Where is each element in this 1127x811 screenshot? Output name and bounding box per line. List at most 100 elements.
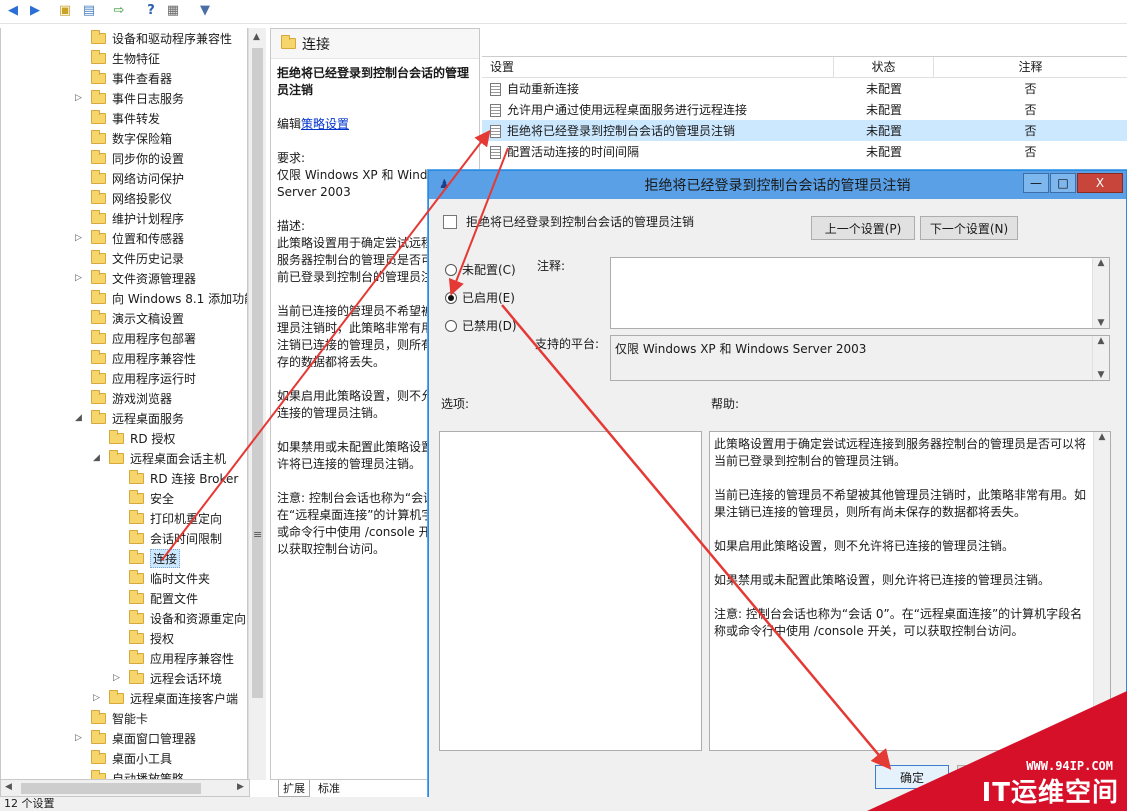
previous-setting-button[interactable]: 上一个设置(P) <box>811 216 915 240</box>
tree-item-label: 桌面窗口管理器 <box>112 731 197 746</box>
tree-item-label: 设备和资源重定向 <box>150 611 247 626</box>
tree-item[interactable]: 游戏浏览器 <box>75 388 172 408</box>
filter-icon[interactable]: ▼ <box>196 2 214 19</box>
radio-circle-enabled[interactable] <box>445 291 457 304</box>
tree-item[interactable]: 临时文件夹 <box>113 568 210 588</box>
tree-item[interactable]: 桌面小工具 <box>75 748 172 768</box>
tree-item[interactable]: 应用程序包部署 <box>75 328 196 348</box>
tree-item[interactable]: 文件历史记录 <box>75 248 184 268</box>
tree-item[interactable]: 演示文稿设置 <box>75 308 184 328</box>
forward-icon[interactable]: ▶ <box>26 2 44 19</box>
folder-icon <box>129 549 144 564</box>
list-cell-comment: 否 <box>1024 145 1037 159</box>
tree-item[interactable]: 应用程序兼容性 <box>113 648 234 668</box>
tree-item[interactable]: 授权 <box>113 628 174 648</box>
list-row[interactable]: 配置活动连接的时间间隔 未配置 否 <box>482 141 1127 162</box>
tree-item[interactable]: 连接 <box>113 548 181 568</box>
tree-item[interactable]: ▷ 事件日志服务 <box>75 88 184 108</box>
policy-doc-icon <box>490 146 501 159</box>
expander-icon[interactable]: ▷ <box>75 273 85 283</box>
dialog-title-bar[interactable]: ♟ 拒绝将已经登录到控制台会话的管理员注销 — □ X <box>429 171 1126 199</box>
expander-icon[interactable]: ▷ <box>113 673 123 683</box>
column-state[interactable]: 状态 <box>834 57 934 77</box>
expander-icon[interactable]: ▷ <box>75 93 85 103</box>
tree-item[interactable]: 同步你的设置 <box>75 148 184 168</box>
column-setting[interactable]: 设置 <box>482 57 834 77</box>
radio-enabled[interactable]: 已启用(E) <box>445 289 515 306</box>
tree-item[interactable]: 配置文件 <box>113 588 198 608</box>
options-label: 选项: <box>441 397 470 411</box>
expander-icon[interactable]: ▷ <box>75 733 85 743</box>
tree-item[interactable]: ▷ 远程桌面连接客户端 <box>93 688 238 708</box>
expander-icon[interactable]: ◢ <box>75 413 85 423</box>
properties-icon[interactable]: ▦ <box>164 2 182 19</box>
tree-item[interactable]: 应用程序兼容性 <box>75 348 196 368</box>
tree-item[interactable]: RD 授权 <box>93 428 175 448</box>
tree-item[interactable]: 设备和资源重定向 <box>113 608 246 628</box>
comment-textarea[interactable]: ▲ ▼ <box>610 257 1110 329</box>
tree-item[interactable]: 会话时间限制 <box>113 528 222 548</box>
tree-item[interactable]: 安全 <box>113 488 174 508</box>
list-row[interactable]: 拒绝将已经登录到控制台会话的管理员注销 未配置 否 <box>482 120 1127 141</box>
list-cell-state: 未配置 <box>865 145 902 159</box>
expander-icon[interactable]: ▷ <box>93 693 103 703</box>
next-setting-button[interactable]: 下一个设置(N) <box>920 216 1018 240</box>
tree-item[interactable]: 生物特征 <box>75 48 160 68</box>
tree-item[interactable]: ▷ 位置和传感器 <box>75 228 184 248</box>
tree-item-label: 临时文件夹 <box>150 571 211 586</box>
tab-standard[interactable]: 标准 <box>314 780 344 796</box>
show-hide-tree-icon[interactable]: ▤ <box>80 2 98 19</box>
tree-item[interactable]: ▷ 桌面窗口管理器 <box>75 728 196 748</box>
radio-not-configured[interactable]: 未配置(C) <box>445 261 516 278</box>
folder-icon <box>109 689 124 704</box>
tree-item[interactable]: 数字保险箱 <box>75 128 172 148</box>
minimize-button[interactable]: — <box>1023 173 1049 193</box>
help-icon[interactable]: ? <box>142 2 160 19</box>
h-scroll-thumb[interactable] <box>21 783 201 794</box>
export-icon[interactable]: ⇨ <box>110 2 128 19</box>
folder-icon <box>129 489 144 504</box>
tree-item[interactable]: 向 Windows 8.1 添加功能 <box>75 288 247 308</box>
up-folder-icon[interactable]: ▣ <box>56 2 74 19</box>
tree-item[interactable]: ◢ 远程桌面服务 <box>75 408 184 428</box>
tree-item[interactable]: 智能卡 <box>75 708 148 728</box>
edit-policy-link[interactable]: 策略设置 <box>301 117 349 131</box>
platform-scrollbar[interactable]: ▲ ▼ <box>1092 336 1109 380</box>
scroll-left-icon[interactable]: ◀ <box>5 782 12 792</box>
list-row[interactable]: 自动重新连接 未配置 否 <box>482 78 1127 99</box>
radio-circle-not-configured[interactable] <box>445 263 457 276</box>
tree-scroll-thumb[interactable] <box>252 48 263 698</box>
folder-icon <box>91 709 106 724</box>
tree-item[interactable]: ▷ 远程会话环境 <box>113 668 222 688</box>
back-icon[interactable]: ◀ <box>4 2 22 19</box>
scroll-up-icon[interactable]: ▲ <box>253 32 260 42</box>
tree-item[interactable]: 打印机重定向 <box>113 508 222 528</box>
tree-item[interactable]: ▷ 文件资源管理器 <box>75 268 196 288</box>
tree-item[interactable]: RD 连接 Broker <box>113 468 238 488</box>
tree-item[interactable]: 事件转发 <box>75 108 160 128</box>
tab-extended[interactable]: 扩展 <box>278 779 310 797</box>
maximize-button[interactable]: □ <box>1050 173 1076 193</box>
list-cell-setting: 配置活动连接的时间间隔 <box>482 143 834 160</box>
tree-vertical-scrollbar[interactable]: ▲ ≡ <box>248 28 266 780</box>
list-row[interactable]: 允许用户通过使用远程桌面服务进行远程连接 未配置 否 <box>482 99 1127 120</box>
column-comment[interactable]: 注释 <box>934 57 1127 77</box>
radio-circle-disabled[interactable] <box>445 319 457 332</box>
options-panel <box>439 431 702 751</box>
tree-item[interactable]: 事件查看器 <box>75 68 172 88</box>
close-button[interactable]: X <box>1077 173 1123 193</box>
comment-scrollbar[interactable]: ▲ ▼ <box>1092 258 1109 328</box>
expander-icon[interactable]: ◢ <box>93 453 103 463</box>
radio-disabled[interactable]: 已禁用(D) <box>445 317 517 334</box>
tree-item-label: 远程桌面会话主机 <box>130 451 227 466</box>
tree-horizontal-scrollbar[interactable]: ◀ ▶ <box>0 779 250 797</box>
tree-item[interactable]: ◢ 远程桌面会话主机 <box>93 448 226 468</box>
tree-item[interactable]: 设备和驱动程序兼容性 <box>75 28 232 48</box>
scroll-right-icon[interactable]: ▶ <box>237 782 244 792</box>
tree-item[interactable]: 网络访问保护 <box>75 168 184 188</box>
tree-item[interactable]: 维护计划程序 <box>75 208 184 228</box>
expander-icon[interactable]: ▷ <box>75 233 85 243</box>
folder-icon <box>129 609 144 624</box>
tree-item[interactable]: 应用程序运行时 <box>75 368 196 388</box>
tree-item[interactable]: 网络投影仪 <box>75 188 172 208</box>
